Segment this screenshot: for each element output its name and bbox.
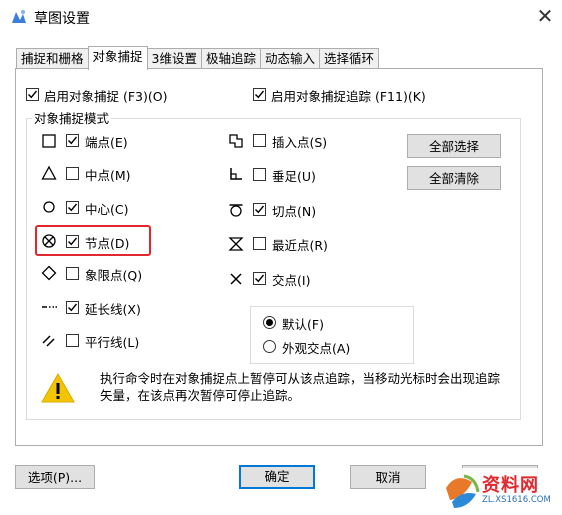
insertion-marker-icon [228,133,244,152]
quadrant-marker-icon [41,265,57,284]
nearest-marker-icon [228,236,244,255]
warning-icon [40,372,76,404]
snap-modes-title: 对象捕捉模式 [32,108,112,127]
cancel-button[interactable]: 取消 [350,465,426,489]
center-marker-icon [41,199,57,218]
close-icon[interactable]: ✕ [534,5,556,27]
intersection-checkbox[interactable] [253,272,266,285]
node-highlight-box [35,225,151,256]
watermark: 资料网 ZL.XS1616.COM [442,468,562,512]
tab-object-snap[interactable]: 对象捕捉 [87,46,148,70]
app-icon [10,8,28,26]
select-all-button[interactable]: 全部选择 [407,134,501,158]
endpoint-label: 端点(E) [85,135,128,150]
nearest-label: 最近点(R) [272,238,328,253]
window-title: 草图设置 [34,11,90,27]
endpoint-marker-icon [41,133,57,152]
tab-selection-cycling[interactable]: 选择循环 [319,48,380,69]
extension-checkbox[interactable] [66,301,79,314]
tangent-marker-icon [228,202,244,221]
extension-marker-icon [41,299,57,318]
endpoint-checkbox[interactable] [66,134,79,147]
tangent-checkbox[interactable] [253,203,266,216]
center-checkbox[interactable] [66,201,79,214]
parallel-marker-icon [41,332,57,351]
clear-all-button[interactable]: 全部清除 [407,166,501,190]
enable-tracking-label: 启用对象捕捉追踪 (F11)(K) [271,89,426,104]
ok-button[interactable]: 确定 [239,465,315,489]
tab-snap-grid[interactable]: 捕捉和栅格 [16,48,89,69]
enable-osnap-label: 启用对象捕捉 (F3)(O) [44,89,168,104]
warning-text: 执行命令时在对象捕捉点上暂停可从该点追踪，当移动光标时会出现追踪矢量，在该点再次… [100,371,501,403]
tab-3d-settings[interactable]: 3维设置 [146,48,202,69]
options-button[interactable]: 选项(P)... [15,465,95,489]
insertion-label: 插入点(S) [272,135,328,150]
parallel-checkbox[interactable] [66,334,79,347]
default-radio-label: 默认(F) [282,317,324,332]
quadrant-checkbox[interactable] [66,267,79,280]
insertion-checkbox[interactable] [253,134,266,147]
tab-polar-tracking[interactable]: 极轴追踪 [200,48,261,69]
enable-tracking-checkbox[interactable] [253,88,266,101]
apparent-intersection-label: 外观交点(A) [282,341,351,356]
perpendicular-marker-icon [228,166,244,185]
perpendicular-checkbox[interactable] [253,168,266,181]
quadrant-label: 象限点(Q) [85,268,143,283]
center-label: 中心(C) [85,202,129,217]
apparent-intersection-radio[interactable] [263,340,276,353]
tab-dynamic-input[interactable]: 动态输入 [260,48,321,69]
nearest-checkbox[interactable] [253,237,266,250]
intersection-label: 交点(I) [272,273,311,288]
watermark-url: ZL.XS1616.COM [482,495,551,505]
perpendicular-label: 垂足(U) [272,169,316,184]
tangent-label: 切点(N) [272,204,317,219]
midpoint-marker-icon [41,165,57,184]
extension-label: 延长线(X) [85,302,141,317]
default-radio[interactable] [263,316,276,329]
midpoint-label: 中点(M) [85,168,131,183]
midpoint-checkbox[interactable] [66,167,79,180]
tab-strip: 捕捉和栅格 对象捕捉 3维设置 极轴追踪 动态输入 选择循环 [16,46,380,70]
watermark-text: 资料网 [482,475,539,496]
enable-osnap-checkbox[interactable] [26,88,39,101]
parallel-label: 平行线(L) [85,335,140,350]
intersection-marker-icon [228,271,244,290]
